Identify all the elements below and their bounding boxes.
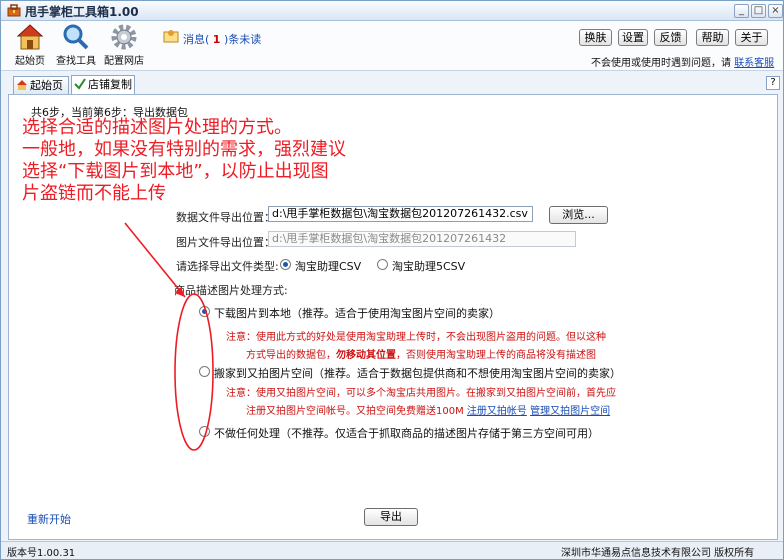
config-shop-button[interactable]: 配置网店 [101,23,147,67]
download-local-radio[interactable] [199,306,210,317]
no-process-label[interactable]: 不做任何处理（不推荐。仅适合于抓取商品的描述图片存储于第三方空间可用） [214,425,599,441]
tab-shop-copy-label: 店铺复制 [88,78,132,91]
tab-home-label: 起始页 [30,79,63,92]
title-bar: 甩手掌柜工具箱1.00 _ □ × [1,1,783,21]
register-upyun-link[interactable]: 注册又拍帐号 [467,406,527,417]
home-tool-button[interactable]: 起始页 [7,23,53,67]
data-path-label: 数据文件导出位置： [176,211,275,224]
version-text: 版本号1.00.31 [7,548,76,559]
upyun-radio[interactable] [199,366,210,377]
tab-help-icon[interactable]: ? [766,76,780,90]
export-button[interactable]: 导出 [364,508,418,526]
upyun-note-line2: 注册又拍图片空间帐号。又拍空间免费赠送100M 注册又拍帐号 管理又拍图片空间 [246,402,610,417]
find-tool-button[interactable]: 查找工具 [53,23,99,67]
tab-home[interactable]: 起始页 [13,76,69,95]
window-title: 甩手掌柜工具箱1.00 [25,5,139,19]
image-path-label: 图片文件导出位置： [176,236,275,249]
note-emphasis: 勿移动其位置 [336,350,396,361]
restart-link[interactable]: 重新开始 [27,511,71,527]
contact-support-link[interactable]: 联系客服 [734,58,774,69]
message-suffix: )条未读 [223,33,262,46]
close-window-button[interactable]: × [768,4,783,18]
data-path-input[interactable]: d:\甩手掌柜数据包\淘宝数据包201207261432.csv [268,206,533,222]
message-count: 1 [212,33,221,46]
file-type-label: 请选择导出文件类型: [176,260,279,273]
feedback-button[interactable]: 反馈 [654,29,687,46]
message-icon [163,30,179,43]
support-notice: 不会使用或使用时遇到问题，请 联系客服 [591,54,774,69]
copyright-text: 深圳市华通易点信息技术有限公司 版权所有 [561,548,755,559]
app-window: 甩手掌柜工具箱1.00 _ □ × 起始页 查找工具 配置网店 消息(1)条… [0,0,784,560]
house-icon [16,24,44,50]
upyun-note: 注意：使用又拍图片空间，可以多个淘宝店共用图片。在搬家到又拍图片空间前，首先应 [226,388,616,399]
download-local-label[interactable]: 下载图片到本地（推荐。适合于使用淘宝图片空间的卖家） [214,305,500,321]
annotation-line: 选择合适的描述图片处理的方式。 [22,117,292,138]
annotation-line: 一般地，如果没有特别的需求，强烈建议 [22,139,346,160]
wizard-panel: 共6步，当前第6步：导出数据包 选择合适的描述图片处理的方式。 一般地，如果没有… [8,94,778,540]
maximize-button[interactable]: □ [751,4,766,18]
image-path-input: d:\甩手掌柜数据包\淘宝数据包201207261432 [268,231,576,247]
note-text: 方式导出的数据包， [246,350,336,361]
note-text: 注册又拍图片空间帐号。又拍空间免费赠送100M [246,406,464,417]
upyun-label[interactable]: 搬家到又拍图片空间（推荐。适合于数据包提供商和不想使用淘宝图片空间的卖家） [214,365,621,381]
type-csv-radio[interactable] [280,259,291,270]
type-csv-label[interactable]: 淘宝助理CSV [295,258,361,274]
settings-button[interactable]: 设置 [618,29,648,46]
manage-upyun-link[interactable]: 管理又拍图片空间 [530,406,610,417]
image-method-label: 商品描述图片处理方式: [174,284,288,297]
tab-shop-copy[interactable]: 店铺复制 [71,75,135,95]
no-process-radio[interactable] [199,426,210,437]
type-5csv-label[interactable]: 淘宝助理5CSV [392,258,465,274]
about-button[interactable]: 关于 [735,29,768,46]
find-tool-label: 查找工具 [56,56,96,67]
magnifier-icon [63,24,89,50]
checkmark-icon [74,78,86,90]
app-logo-icon [7,4,21,17]
skin-button[interactable]: 换肤 [579,29,612,46]
house-icon [17,80,27,90]
message-prefix: 消息( [183,33,210,46]
annotation-line: 选择“下载图片到本地”，以防止出现图 [22,161,329,182]
type-5csv-radio[interactable] [377,259,388,270]
support-notice-text: 不会使用或使用时遇到问题，请 [591,58,731,69]
home-tool-label: 起始页 [15,56,45,67]
browse-button[interactable]: 浏览... [549,206,608,224]
minimize-button[interactable]: _ [734,4,749,18]
gear-icon [111,24,137,50]
download-local-note: 注意：使用此方式的好处是使用淘宝助理上传时，不会出现图片盗用的问题。但以这种 [226,332,606,343]
note-text: ，否则使用淘宝助理上传的商品将没有描述图 [396,350,596,361]
unread-messages-link[interactable]: 消息( 1 )条未读 [183,31,261,47]
help-button[interactable]: 帮助 [696,29,729,46]
annotation-line: 片盗链而不能上传 [22,183,166,204]
config-shop-label: 配置网店 [104,56,144,67]
download-local-note-line2: 方式导出的数据包，勿移动其位置，否则使用淘宝助理上传的商品将没有描述图 [246,346,596,361]
status-bar: 版本号1.00.31 深圳市华通易点信息技术有限公司 版权所有 [1,541,783,559]
toolbar: 起始页 查找工具 配置网店 消息( 1 )条未读 换肤 设置 反馈 帮助 关于 … [1,21,783,71]
tab-bar: 起始页 店铺复制 ? [1,72,783,95]
tutorial-annotation: 选择合适的描述图片处理的方式。 一般地，如果没有特别的需求，强烈建议 选择“下载… [22,117,346,205]
